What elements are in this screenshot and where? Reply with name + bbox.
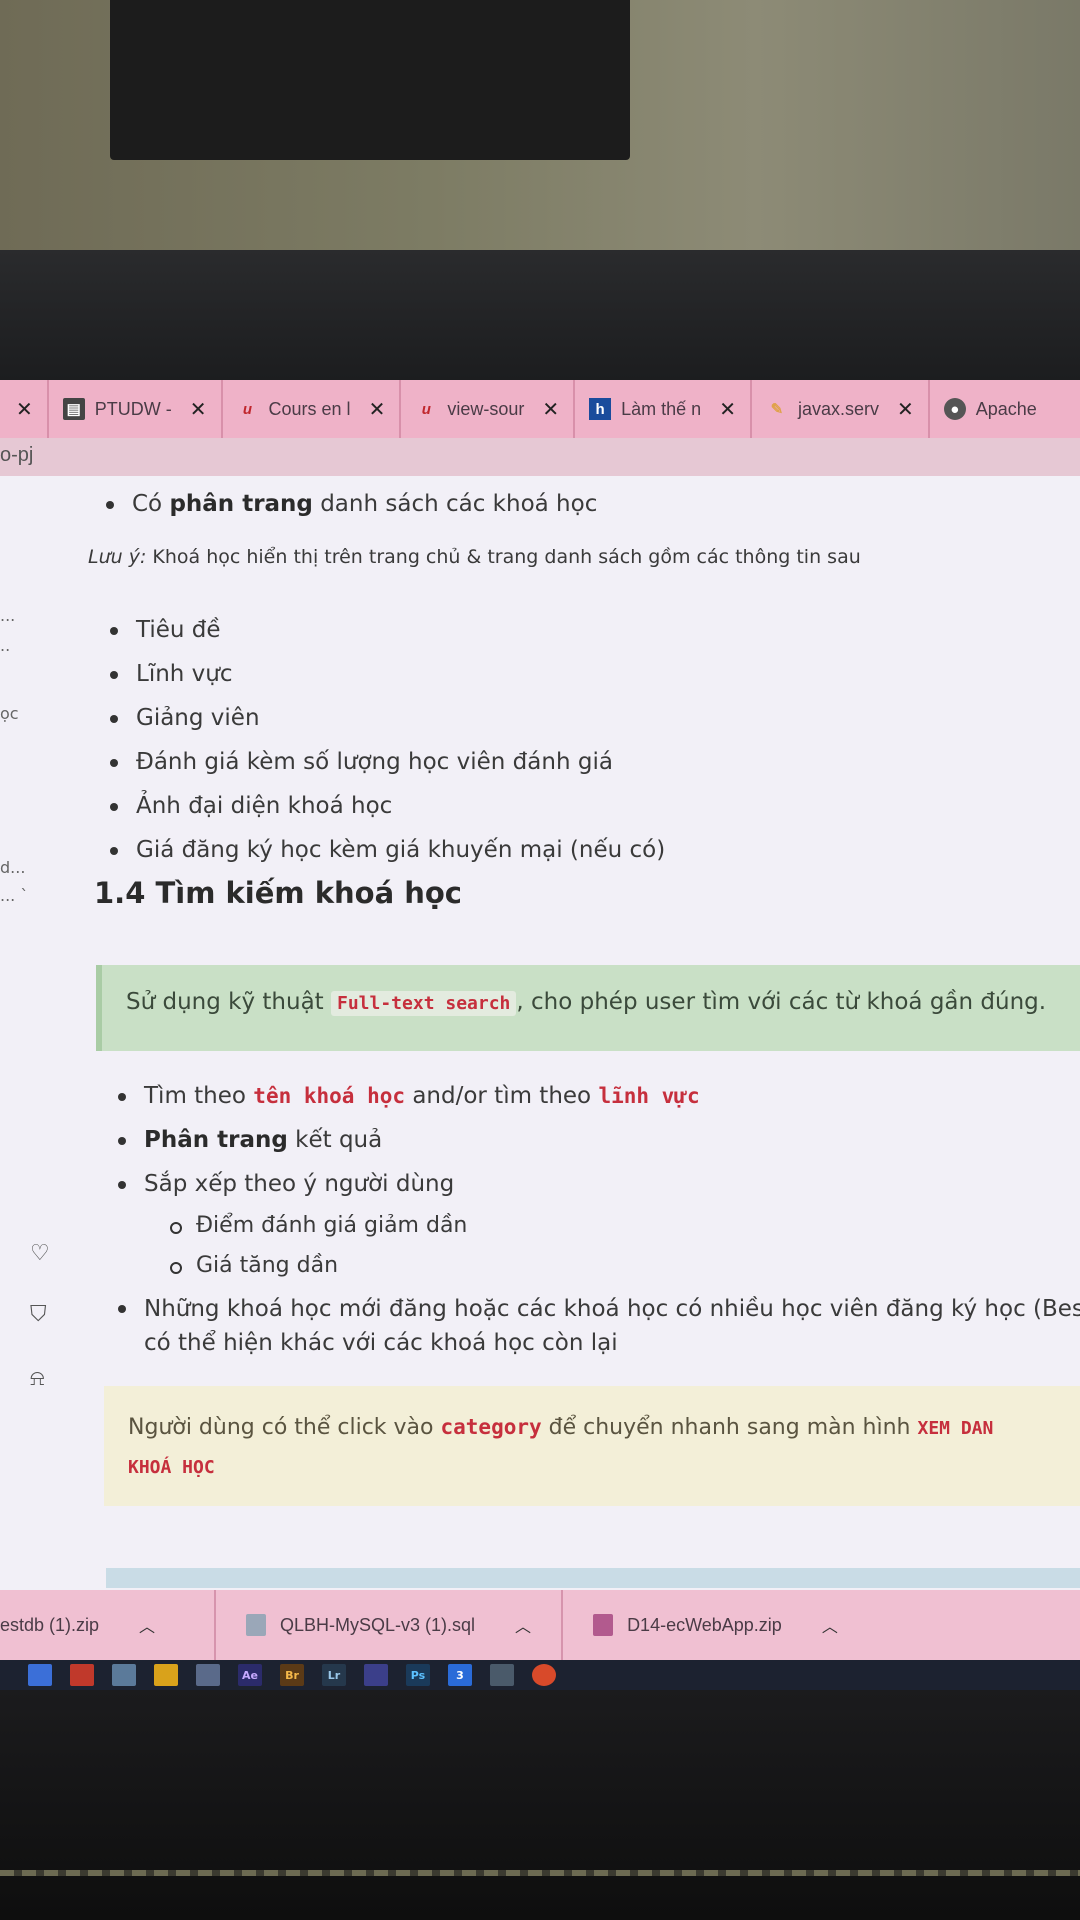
tab-close-leading[interactable]: ✕ bbox=[0, 380, 49, 438]
list-item: Lĩnh vực bbox=[104, 652, 665, 696]
left-sidebar: ... .. ọc d... ... ` ♡ ⛉ ⍾ bbox=[0, 476, 70, 1590]
sidebar-fragment[interactable]: ... ` bbox=[0, 886, 28, 905]
warning-note: Người dùng có thể click vào category để … bbox=[104, 1386, 1080, 1506]
info-note-edge bbox=[106, 1568, 1080, 1588]
chevron-up-icon[interactable]: ︿ bbox=[515, 1613, 531, 1637]
bridge-icon[interactable]: Br bbox=[280, 1664, 304, 1686]
sidebar-fragment[interactable]: ... bbox=[0, 606, 15, 625]
tab-title: Cours en l bbox=[268, 398, 351, 419]
list-item: Điểm đánh giá giảm dần bbox=[164, 1206, 1080, 1246]
zip-file-icon bbox=[593, 1614, 614, 1636]
photoshop-icon[interactable]: Ps bbox=[406, 1664, 430, 1686]
tab-title: javax.serv bbox=[797, 398, 879, 419]
lightroom-icon[interactable]: Lr bbox=[322, 1664, 346, 1686]
close-icon[interactable]: ✕ bbox=[542, 397, 559, 422]
list-item: Có phân trang danh sách các khoá học bbox=[100, 482, 597, 526]
after-effects-icon[interactable]: Ae bbox=[238, 1664, 262, 1686]
tab-ptudw[interactable]: ▤ PTUDW - ✕ bbox=[49, 380, 223, 438]
paint-icon[interactable] bbox=[112, 1664, 136, 1686]
tab-cours-en-ligne[interactable]: u Cours en l ✕ bbox=[223, 380, 402, 438]
page-content: ... .. ọc d... ... ` ♡ ⛉ ⍾ Có phân trang… bbox=[0, 476, 1080, 1590]
address-bar[interactable]: o-pj bbox=[0, 438, 1080, 476]
list-item: Tiêu đề bbox=[104, 608, 665, 652]
download-name: estdb (1).zip bbox=[0, 1614, 100, 1635]
chrome-icon[interactable] bbox=[532, 1664, 556, 1686]
udemy-icon: u bbox=[421, 400, 431, 418]
code-snippet: category bbox=[440, 1415, 542, 1439]
list-item: Sắp xếp theo ý người dùng Điểm đánh giá … bbox=[112, 1162, 1080, 1286]
list-item: Ảnh đại diện khoá học bbox=[104, 784, 665, 828]
chevron-up-icon[interactable]: ︿ bbox=[822, 1613, 838, 1637]
desk-edge bbox=[0, 1870, 1080, 1876]
browser-tab-bar: ✕ ▤ PTUDW - ✕ u Cours en l ✕ u view-sour… bbox=[0, 380, 1080, 438]
success-note: Sử dụng kỹ thuật Full-text search, cho p… bbox=[96, 965, 1080, 1051]
close-icon[interactable]: ✕ bbox=[719, 397, 736, 422]
chevron-up-icon[interactable]: ︿ bbox=[139, 1613, 155, 1637]
tab-javax-servlet[interactable]: ✎ javax.serv ✕ bbox=[752, 380, 930, 438]
course-info-list: Tiêu đề Lĩnh vực Giảng viên Đánh giá kèm… bbox=[104, 608, 665, 872]
tab-lam-the-nao[interactable]: h Làm thế n ✕ bbox=[575, 380, 752, 438]
tab-title: Apache bbox=[975, 398, 1037, 419]
address-text: o-pj bbox=[0, 444, 34, 466]
close-icon[interactable]: ✕ bbox=[897, 397, 914, 422]
tab-apache[interactable]: ● Apache bbox=[930, 380, 1051, 438]
pagination-list: Có phân trang danh sách các khoá học bbox=[100, 482, 597, 526]
tab-title: view-sour bbox=[447, 398, 525, 419]
pen-icon: ✎ bbox=[770, 401, 784, 418]
bookmark-icon[interactable]: ⛉ bbox=[30, 1302, 47, 1327]
security-icon[interactable] bbox=[70, 1664, 94, 1686]
monitor-bezel-bottom bbox=[0, 1690, 1080, 1920]
downloads-bar: estdb (1).zip ︿ QLBH-MySQL-v3 (1).sql ︿ … bbox=[0, 1590, 1080, 1660]
info-note: Lưu ý: Khoá học hiển thị trên trang chủ … bbox=[88, 546, 861, 568]
close-icon[interactable]: ✕ bbox=[369, 397, 386, 422]
download-item[interactable]: estdb (1).zip ︿ bbox=[0, 1590, 216, 1660]
close-icon[interactable]: ✕ bbox=[16, 397, 33, 422]
list-item: Đánh giá kèm số lượng học viên đánh giá bbox=[104, 740, 665, 784]
tab-title: Làm thế n bbox=[621, 398, 702, 419]
udemy-icon: u bbox=[242, 400, 253, 418]
tab-view-source[interactable]: u view-sour ✕ bbox=[401, 380, 576, 438]
bell-icon[interactable]: ⍾ bbox=[30, 1366, 45, 1391]
code-snippet: Full-text search bbox=[331, 991, 517, 1016]
sidebar-fragment[interactable]: .. bbox=[0, 636, 10, 655]
download-item[interactable]: D14-ecWebApp.zip ︿ bbox=[563, 1590, 868, 1660]
taskbar: Ae Br Lr Ps 3 bbox=[0, 1660, 1080, 1690]
media-icon[interactable] bbox=[364, 1664, 388, 1686]
monitor-bezel-top bbox=[0, 250, 1080, 380]
list-item: Tìm theo tên khoá học and/or tìm theo lĩ… bbox=[112, 1074, 1080, 1118]
search-features-list: Tìm theo tên khoá học and/or tìm theo lĩ… bbox=[112, 1074, 1080, 1360]
monitor-screen: ✕ ▤ PTUDW - ✕ u Cours en l ✕ u view-sour… bbox=[0, 380, 1080, 1690]
sql-file-icon bbox=[246, 1614, 266, 1636]
close-icon[interactable]: ✕ bbox=[190, 397, 207, 422]
document-icon: ▤ bbox=[62, 398, 85, 420]
download-name: QLBH-MySQL-v3 (1).sql bbox=[280, 1614, 476, 1635]
list-item: Phân trang kết quả bbox=[112, 1118, 1080, 1162]
app-3-icon[interactable]: 3 bbox=[448, 1664, 472, 1686]
sort-options-list: Điểm đánh giá giảm dần Giá tăng dần bbox=[164, 1206, 1080, 1286]
tab-title: PTUDW - bbox=[94, 398, 172, 419]
start-icon[interactable] bbox=[28, 1664, 52, 1686]
background-window bbox=[110, 0, 630, 160]
section-heading: 1.4 Tìm kiếm khoá học bbox=[94, 876, 462, 910]
list-item: Giá đăng ký học kèm giá khuyến mại (nếu … bbox=[104, 828, 665, 872]
apps-icon[interactable] bbox=[196, 1664, 220, 1686]
list-item: Giảng viên bbox=[104, 696, 665, 740]
sidebar-fragment[interactable]: ọc bbox=[0, 704, 19, 723]
background-room bbox=[0, 0, 1080, 250]
download-item[interactable]: QLBH-MySQL-v3 (1).sql ︿ bbox=[216, 1590, 564, 1660]
download-name: D14-ecWebApp.zip bbox=[627, 1614, 782, 1635]
list-item: Giá tăng dần bbox=[164, 1246, 1080, 1286]
sidebar-fragment[interactable]: d... bbox=[0, 858, 25, 877]
note-text: Khoá học hiển thị trên trang chủ & trang… bbox=[146, 546, 861, 568]
folder-icon[interactable] bbox=[154, 1664, 178, 1686]
hashnode-icon: h bbox=[589, 398, 612, 420]
list-item: Những khoá học mới đăng hoặc các khoá họ… bbox=[112, 1286, 1080, 1360]
globe-icon: ● bbox=[943, 398, 966, 420]
tool-icon[interactable] bbox=[490, 1664, 514, 1686]
heart-icon[interactable]: ♡ bbox=[30, 1241, 50, 1266]
note-label: Lưu ý: bbox=[88, 546, 147, 568]
